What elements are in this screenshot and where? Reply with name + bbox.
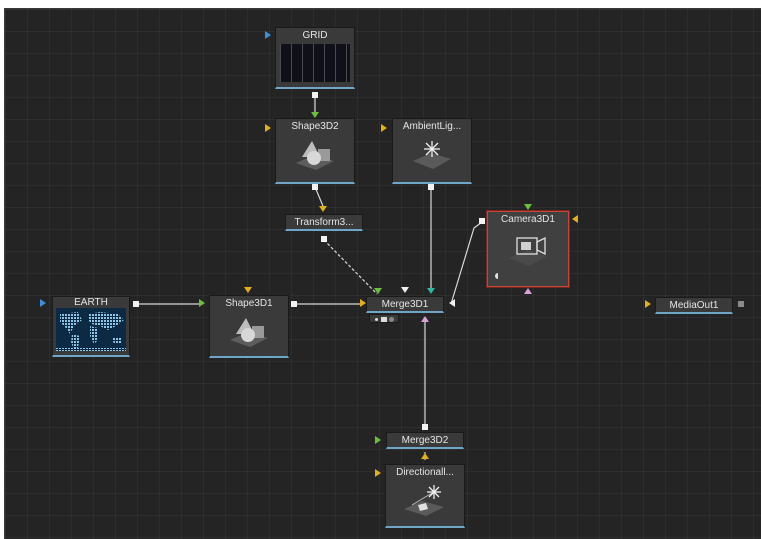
node-shape3d2[interactable]: Shape3D2 bbox=[275, 118, 355, 184]
connection-layer bbox=[40, 31, 744, 477]
shape3d-icon bbox=[296, 141, 334, 170]
port-ambient-left[interactable] bbox=[381, 124, 387, 132]
node-merge3d2[interactable]: Merge3D2 bbox=[386, 432, 464, 449]
node-earth[interactable]: EARTH bbox=[52, 296, 130, 357]
node-merge3d1[interactable]: Merge3D1 bbox=[366, 296, 444, 313]
port-mediaout-left[interactable] bbox=[645, 300, 651, 308]
grid-thumbnail-icon bbox=[280, 44, 350, 82]
port-directional-left[interactable] bbox=[375, 469, 381, 477]
node-shape3d1[interactable]: Shape3D1 bbox=[209, 295, 289, 358]
output-ambient[interactable] bbox=[428, 184, 434, 190]
output-shape3d2[interactable] bbox=[312, 184, 318, 190]
output-shape3d1[interactable] bbox=[291, 301, 297, 307]
node-label: MediaOut1 bbox=[669, 300, 719, 311]
port-shape3d1-left[interactable] bbox=[199, 299, 205, 307]
view-indicator-icon bbox=[495, 273, 501, 279]
port-merge-bottom[interactable] bbox=[421, 316, 429, 322]
node-label: Merge3D2 bbox=[401, 435, 449, 446]
node-label: EARTH bbox=[74, 297, 108, 308]
ambient-light-icon bbox=[413, 141, 451, 169]
directional-light-icon bbox=[404, 485, 444, 516]
node-label: Transform3... bbox=[294, 217, 354, 228]
port-camera-top[interactable] bbox=[524, 204, 532, 210]
node-mediaout1[interactable]: MediaOut1 bbox=[655, 297, 733, 314]
port-earth-in[interactable] bbox=[40, 299, 46, 307]
wire-transform-merge[interactable] bbox=[323, 239, 378, 295]
node-camera3d1[interactable]: Camera3D1 bbox=[487, 211, 569, 287]
port-merge-top-left[interactable] bbox=[374, 288, 382, 294]
flow-editor: GRID Shape3D2 AmbientLig... Transform3..… bbox=[0, 0, 761, 539]
port-shape3d1-top[interactable] bbox=[244, 287, 252, 293]
earth-map-thumbnail-icon bbox=[56, 308, 126, 351]
output-grid[interactable] bbox=[312, 92, 318, 98]
port-merge-top-mid[interactable] bbox=[401, 287, 409, 293]
node-directional-light[interactable]: Directionall... bbox=[385, 464, 465, 528]
wire-camera-merge[interactable] bbox=[450, 221, 483, 305]
node-grid[interactable]: GRID bbox=[275, 27, 355, 89]
node-ambient-light[interactable]: AmbientLig... bbox=[392, 118, 472, 184]
port-merge-top-right[interactable] bbox=[427, 288, 435, 294]
port-camera-right[interactable] bbox=[572, 215, 578, 223]
node-label: Directionall... bbox=[396, 467, 454, 478]
node-label: Shape3D1 bbox=[225, 298, 273, 309]
output-camera[interactable] bbox=[479, 218, 485, 224]
shape3d-icon bbox=[230, 318, 268, 347]
node-transform3d[interactable]: Transform3... bbox=[285, 214, 363, 231]
node-label: Merge3D1 bbox=[381, 299, 429, 310]
output-mediaout[interactable] bbox=[738, 301, 744, 307]
output-earth[interactable] bbox=[133, 301, 139, 307]
port-merge2-bottom[interactable] bbox=[421, 453, 429, 459]
output-merge2[interactable] bbox=[422, 424, 428, 430]
port-shape3d2-left[interactable] bbox=[265, 124, 271, 132]
node-label: Camera3D1 bbox=[501, 214, 555, 225]
port-transform-top[interactable] bbox=[319, 206, 327, 212]
port-camera-bottom[interactable] bbox=[524, 288, 532, 294]
merge3d1-view-indicators bbox=[369, 314, 399, 323]
node-label: Shape3D2 bbox=[291, 121, 339, 132]
node-label: AmbientLig... bbox=[402, 121, 462, 132]
output-transform[interactable] bbox=[321, 236, 327, 242]
port-grid-in[interactable] bbox=[265, 31, 271, 39]
node-label: GRID bbox=[302, 30, 328, 41]
port-merge2-left[interactable] bbox=[375, 436, 381, 444]
camera-icon bbox=[509, 236, 547, 266]
